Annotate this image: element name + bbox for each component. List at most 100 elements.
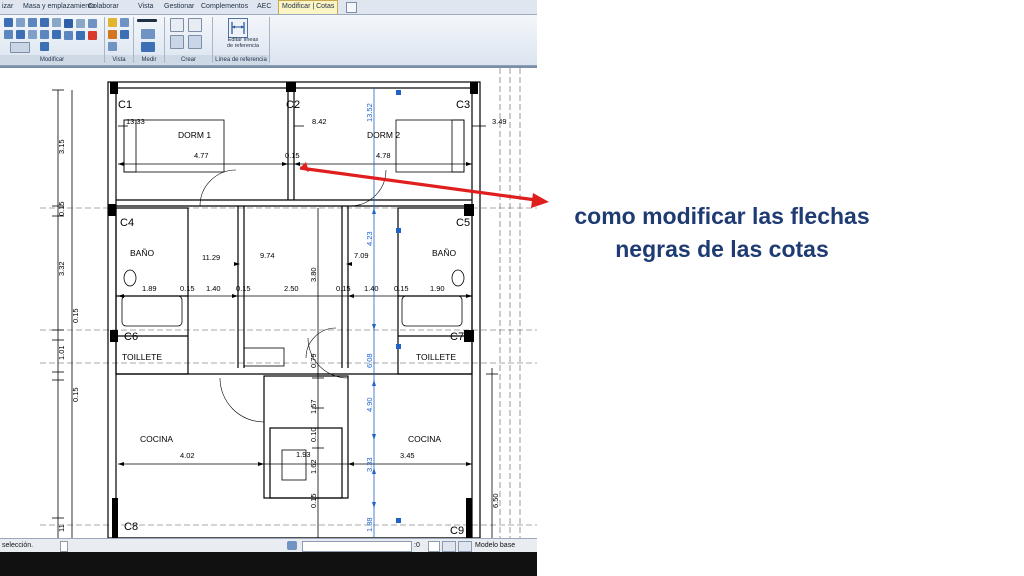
hide-icon[interactable] xyxy=(120,18,129,27)
override-icon[interactable] xyxy=(120,30,129,39)
dimension-value: 3.49 xyxy=(492,117,507,126)
dimension-value: 3.15 xyxy=(57,139,66,154)
column-label: C3 xyxy=(456,99,470,111)
panel-label-modify: Modificar xyxy=(0,55,104,65)
filter-icon[interactable] xyxy=(442,541,456,552)
dimension-value: 11 xyxy=(57,524,66,532)
taskbar-strip xyxy=(0,552,537,576)
create-group-icon[interactable] xyxy=(188,18,202,32)
dimension-value: 1.57 xyxy=(309,399,318,414)
scale-icon[interactable] xyxy=(52,30,61,39)
column-label: C9 xyxy=(450,525,464,537)
mirror-icon[interactable] xyxy=(28,18,37,27)
offset-icon[interactable] xyxy=(16,18,25,27)
dimension-value: 7.09 xyxy=(354,251,369,260)
dimension-value: 0.15 xyxy=(336,284,351,293)
tab-izar[interactable]: izar xyxy=(2,1,13,13)
move-icon[interactable] xyxy=(40,18,49,27)
create-similar-icon[interactable] xyxy=(170,18,184,32)
column-label: C1 xyxy=(118,99,132,111)
column-label: C8 xyxy=(124,521,138,533)
dimension-value: 1.90 xyxy=(430,284,445,293)
dimension-value: 0.15 xyxy=(71,387,80,402)
dimension-value-blue: 1.88 xyxy=(365,517,374,532)
dimension-value: 1.40 xyxy=(206,284,221,293)
room-label: COCINA xyxy=(140,434,173,444)
ribbon: Editar líneas de referencia Modificar Vi… xyxy=(0,15,537,66)
dimension-value: 4.78 xyxy=(376,151,391,160)
column-label: C7 xyxy=(450,331,464,343)
array-icon[interactable] xyxy=(40,30,49,39)
dimension-value: 1.89 xyxy=(142,284,157,293)
dimension-value: 4.02 xyxy=(180,451,195,460)
status-toggle[interactable] xyxy=(60,541,68,552)
dimension-value: 3.32 xyxy=(57,261,66,276)
status-text: selección. xyxy=(2,542,34,549)
linework-icon[interactable] xyxy=(108,42,117,51)
panel-label-create: Crear xyxy=(165,55,212,65)
plan-labels: C1 C2 C3 C4 C5 C6 C7 C8 C9 DORM 1 DORM 2… xyxy=(57,99,507,537)
design-option-model[interactable]: Modelo base xyxy=(475,539,515,553)
split-icon[interactable] xyxy=(28,30,37,39)
dimension-value: 1.01 xyxy=(57,345,66,360)
trim-icon[interactable] xyxy=(16,30,25,39)
panel-label-measure: Medir xyxy=(134,55,164,65)
select-links-icon[interactable] xyxy=(458,541,472,552)
dimension-value: 0.10 xyxy=(309,427,318,442)
dimension-value: 9.74 xyxy=(260,251,275,260)
dimension-value: 13.33 xyxy=(126,117,145,126)
dimension-value-blue: 6.08 xyxy=(365,353,374,368)
editability-icon[interactable] xyxy=(428,541,440,552)
dimension-value-blue: 13.52 xyxy=(365,103,374,122)
tab-modify-dimensions[interactable]: Modificar | Cotas xyxy=(278,0,339,14)
dimension-value: 0.15 xyxy=(309,493,318,508)
tab-manage[interactable]: Gestionar xyxy=(164,1,194,13)
drawing-canvas[interactable]: C1 C2 C3 C4 C5 C6 C7 C8 C9 DORM 1 DORM 2… xyxy=(0,66,537,538)
room-label: DORM 1 xyxy=(178,130,211,140)
edit-witness-lines-button[interactable]: Editar líneas de referencia xyxy=(220,37,266,49)
dimension-value: 0.15 xyxy=(180,284,195,293)
room-label: BAÑO xyxy=(432,248,456,258)
tab-collaborate[interactable]: Colaborar xyxy=(88,1,119,13)
tab-massing-site[interactable]: Masa y emplazamiento xyxy=(23,1,95,13)
ribbon-minimize-icon[interactable] xyxy=(346,2,357,13)
pin-icon[interactable] xyxy=(64,19,73,28)
panel-label-view: Vista xyxy=(105,55,133,65)
create-parts-icon[interactable] xyxy=(188,35,202,49)
group-icon[interactable] xyxy=(88,19,97,28)
pencil-icon[interactable] xyxy=(108,30,117,39)
dimension-value: 3.80 xyxy=(309,267,318,282)
zoom-value: :0 xyxy=(414,542,420,549)
tab-view[interactable]: Vista xyxy=(138,1,153,13)
align-icon[interactable] xyxy=(4,18,13,27)
worksets-icon[interactable] xyxy=(287,541,297,550)
copy-icon[interactable] xyxy=(52,18,61,27)
aligned-dimension-icon[interactable] xyxy=(141,42,155,52)
dimension-value-blue: 4.23 xyxy=(365,231,374,246)
lightbulb-icon[interactable] xyxy=(108,18,117,27)
unpin-icon[interactable] xyxy=(76,19,85,28)
dimension-value: 8.42 xyxy=(312,117,327,126)
room-label: DORM 2 xyxy=(367,130,400,140)
match-icon[interactable] xyxy=(64,31,73,40)
room-label: TOILLETE xyxy=(122,352,162,362)
dimension-value: 0.15 xyxy=(57,201,66,216)
paint-icon[interactable] xyxy=(76,31,85,40)
dimension-icon[interactable] xyxy=(141,29,155,39)
dimension-value: 2.50 xyxy=(284,284,299,293)
cut-geometry-icon[interactable] xyxy=(40,42,49,51)
rotate-icon[interactable] xyxy=(4,30,13,39)
tab-addins[interactable]: Complementos xyxy=(201,1,248,13)
dimension-value: 4.77 xyxy=(194,151,209,160)
dimension-value: 11.29 xyxy=(202,253,220,262)
workset-selector[interactable] xyxy=(302,541,412,552)
dimension-value: 0.15 xyxy=(285,151,300,160)
tab-aec[interactable]: AEC xyxy=(257,1,271,13)
panel-label-reference-line: Línea de referencia xyxy=(213,55,269,65)
edit-witness-lines-icon[interactable] xyxy=(228,18,248,38)
delete-icon[interactable] xyxy=(88,31,97,40)
measure-icon[interactable] xyxy=(137,19,157,22)
modify-tool-icon[interactable] xyxy=(10,42,30,53)
create-assembly-icon[interactable] xyxy=(170,35,184,49)
annotation-question: como modificar las flechas negras de las… xyxy=(574,203,870,262)
